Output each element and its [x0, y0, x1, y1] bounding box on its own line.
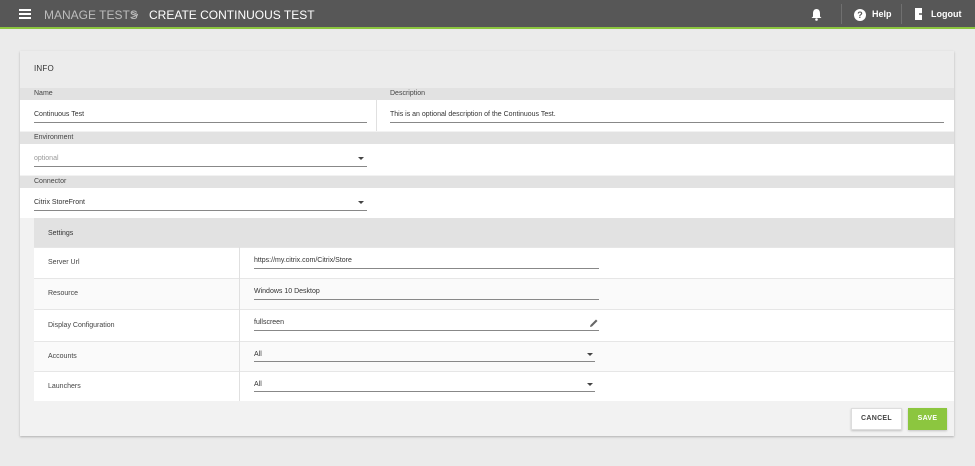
- connector-row: [20, 188, 954, 218]
- environment-select[interactable]: optional: [34, 155, 59, 162]
- menu-icon[interactable]: [19, 9, 31, 19]
- column-divider: [239, 341, 240, 371]
- column-divider: [376, 100, 377, 131]
- create-test-form: INFO Name Description Continuous Test Th…: [20, 51, 954, 436]
- settings-header: [34, 218, 954, 247]
- settings-title: Settings: [48, 230, 74, 237]
- server-url-underline: [254, 268, 599, 269]
- resource-input[interactable]: Windows 10 Desktop: [254, 288, 320, 295]
- environment-label: Environment: [34, 134, 74, 141]
- launchers-dropdown-caret-icon[interactable]: [587, 383, 593, 386]
- launchers-select[interactable]: All: [254, 381, 262, 388]
- description-label: Description: [390, 90, 426, 97]
- server-url-label: Server Url: [48, 259, 80, 266]
- description-input-underline: [390, 122, 944, 123]
- column-divider: [239, 247, 240, 278]
- help-icon[interactable]: ?: [854, 9, 866, 21]
- breadcrumb-separator-icon: >: [131, 7, 139, 22]
- display-configuration-input[interactable]: fullscreen: [254, 319, 284, 326]
- breadcrumb-manage-tests[interactable]: MANAGE TESTS: [44, 8, 138, 22]
- toolbar-divider: [901, 4, 902, 24]
- toolbar-divider: [841, 4, 842, 24]
- environment-label-row: [20, 132, 954, 144]
- name-input-underline: [34, 122, 367, 123]
- connector-select-underline: [34, 210, 367, 211]
- pencil-icon[interactable]: [589, 318, 599, 328]
- display-configuration-label: Display Configuration: [48, 322, 115, 329]
- accounts-label: Accounts: [48, 353, 77, 360]
- connector-select[interactable]: Citrix StoreFront: [34, 199, 85, 206]
- settings-row-server-url: [34, 247, 954, 278]
- settings-row-resource: [34, 278, 954, 309]
- connector-dropdown-caret-icon[interactable]: [358, 201, 364, 204]
- server-url-input[interactable]: https://my.citrix.com/Citrix/Store: [254, 257, 352, 264]
- cancel-button[interactable]: CANCEL: [851, 408, 902, 430]
- info-section-header: [20, 51, 954, 88]
- accounts-dropdown-caret-icon[interactable]: [587, 353, 593, 356]
- column-divider: [239, 278, 240, 309]
- environment-dropdown-caret-icon[interactable]: [358, 157, 364, 160]
- settings-panel: Settings Server Url https://my.citrix.co…: [34, 218, 954, 401]
- accounts-underline: [254, 361, 595, 362]
- launchers-label: Launchers: [48, 383, 81, 390]
- resource-underline: [254, 299, 599, 300]
- description-input[interactable]: This is an optional description of the C…: [390, 111, 556, 118]
- info-section-title: INFO: [34, 64, 54, 73]
- display-configuration-underline: [254, 330, 599, 331]
- page-title: CREATE CONTINUOUS TEST: [149, 8, 315, 22]
- launchers-underline: [254, 391, 595, 392]
- notifications-bell-icon[interactable]: [810, 8, 823, 21]
- connector-label: Connector: [34, 178, 67, 185]
- help-link[interactable]: Help: [872, 9, 892, 19]
- name-label: Name: [34, 90, 53, 97]
- accounts-select[interactable]: All: [254, 351, 262, 358]
- top-bar: MANAGE TESTS > CREATE CONTINUOUS TEST ? …: [0, 0, 975, 29]
- environment-select-underline: [34, 166, 367, 167]
- environment-row: [20, 144, 954, 175]
- column-divider: [239, 371, 240, 401]
- logout-icon[interactable]: [915, 8, 926, 20]
- name-input[interactable]: Continuous Test: [34, 111, 84, 118]
- name-description-label-row: [20, 88, 954, 100]
- settings-row-display-configuration: [34, 309, 954, 341]
- resource-label: Resource: [48, 290, 78, 297]
- settings-row-launchers: [34, 371, 954, 401]
- form-footer: [20, 401, 954, 436]
- save-button[interactable]: SAVE: [908, 408, 947, 430]
- logout-link[interactable]: Logout: [931, 9, 962, 19]
- settings-row-accounts: [34, 341, 954, 371]
- column-divider: [239, 309, 240, 341]
- connector-label-row: [20, 176, 954, 188]
